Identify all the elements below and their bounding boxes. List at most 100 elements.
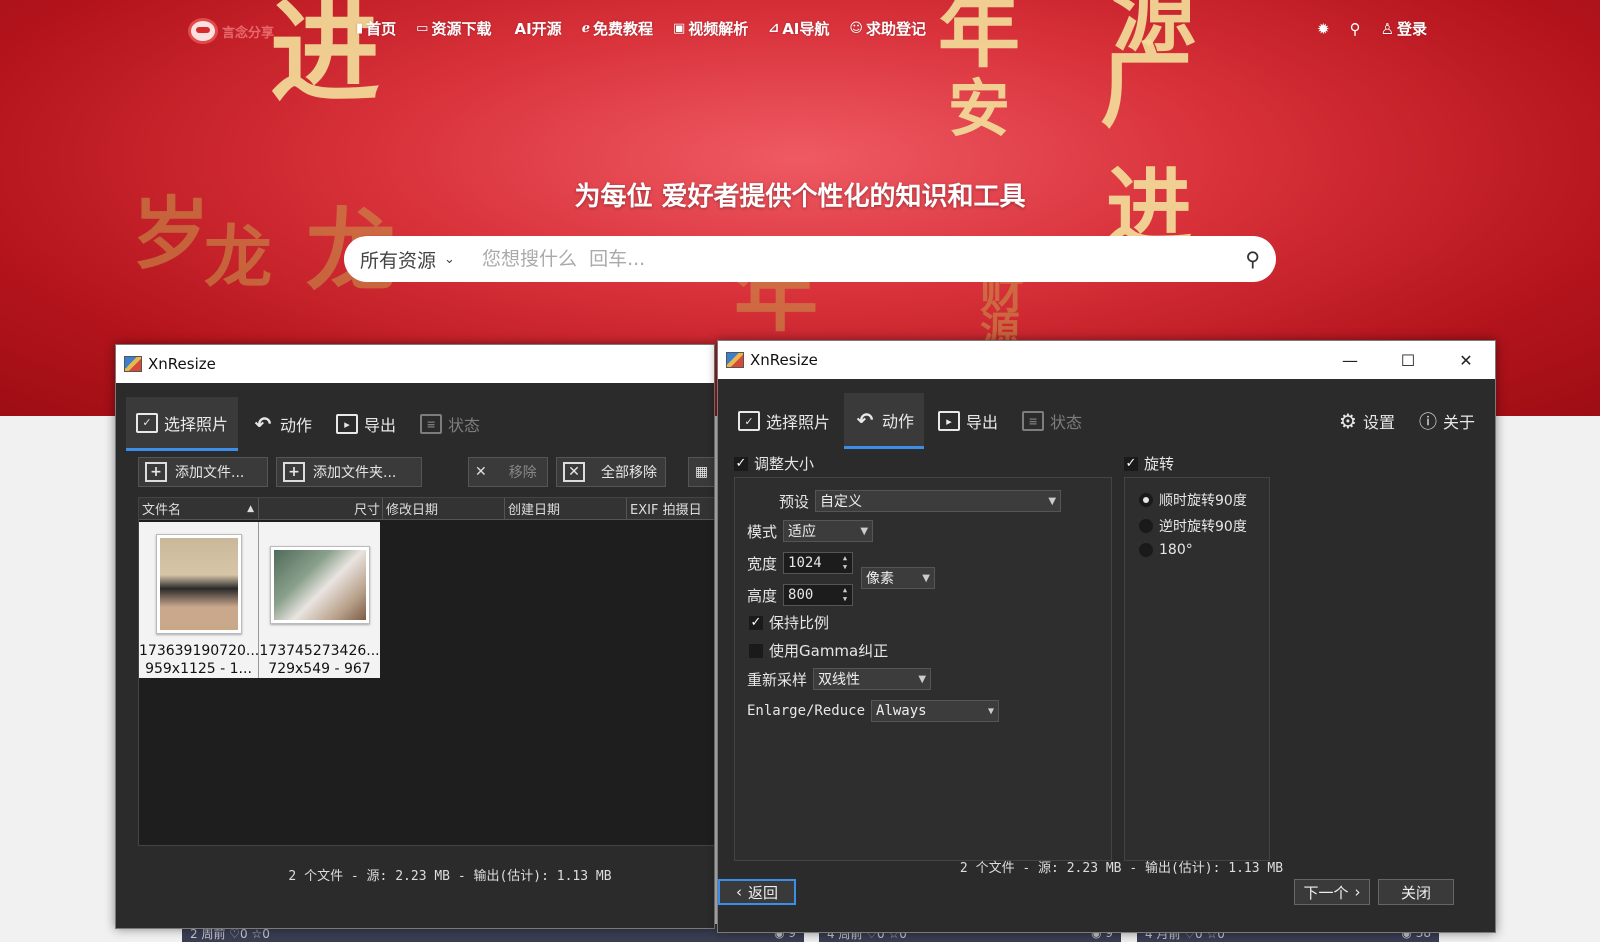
nav-item-video[interactable]: ▣ 视频解析 <box>673 18 748 39</box>
sort-asc-icon: ▲ <box>247 503 254 514</box>
rotate-toggle[interactable]: ✓ 旋转 <box>1124 453 1174 474</box>
tab-label: 导出 <box>966 413 999 432</box>
settings-button[interactable]: ⚙ 设置 <box>1329 393 1405 449</box>
unit-select[interactable]: 像素 ▼ <box>861 567 935 589</box>
nav-item-ai-nav[interactable]: ⊿ AI导航 <box>768 18 829 39</box>
file-thumbnail[interactable]: 173745273426... 729x549 - 967 <box>259 522 380 678</box>
window-title: XnResize <box>148 355 216 373</box>
tab-select-photos[interactable]: ✓ 选择照片 <box>728 393 840 449</box>
thumbnail-caption: 173639190720... 959x1125 - 1... <box>139 643 258 677</box>
search-input[interactable] <box>482 248 1202 270</box>
mode-row: 模式 适应 ▼ <box>747 520 874 542</box>
column-size[interactable]: 尺寸 <box>259 498 383 519</box>
login-link[interactable]: ♙ 登录 <box>1381 18 1427 39</box>
search-submit-icon[interactable]: ⚲ <box>1245 247 1260 271</box>
add-files-button[interactable]: + 添加文件... <box>138 457 268 487</box>
xnresize-app-icon <box>726 352 744 368</box>
radio-icon <box>1139 543 1153 557</box>
main-tabs: ✓ 选择照片 ↶ 动作 ▸ 导出 ≡ 状态 ⚙ 设置 ⓘ 关于 <box>718 393 1495 449</box>
nav-menu: ▮ 首页 ▭ 资源下载 AI开源 ℯ 免费教程 ▣ 视频解析 ⊿ AI导航 ☺ 求助登记 <box>356 18 926 39</box>
xnresize-window-front: XnResize — ☐ ✕ ✓ 选择照片 ↶ 动作 ▸ 导出 ≡ 状态 ⚙ 设置 ⓘ 关于… <box>717 340 1496 933</box>
close-icon[interactable]: ✕ <box>1437 341 1495 379</box>
file-list[interactable]: 文件名 ▲ 尺寸 修改日期 创建日期 EXIF 拍摄日 173639190720.… <box>138 497 714 846</box>
window-title: XnResize <box>750 351 818 369</box>
smile-icon: ☺ <box>849 21 863 36</box>
window-titlebar[interactable]: XnResize — ☐ ✕ <box>718 341 1495 379</box>
thumbnail-caption: 173745273426... 729x549 - 967 <box>259 643 380 677</box>
search-icon[interactable]: ⚲ <box>1350 20 1361 38</box>
nav-item-downloads[interactable]: ▭ 资源下载 <box>416 18 491 39</box>
radio-icon <box>1139 519 1153 533</box>
nav-icon: ⊿ <box>768 21 780 36</box>
next-button[interactable]: 下一个 › <box>1294 879 1370 905</box>
tab-export[interactable]: ▸ 导出 <box>326 397 406 451</box>
column-filename[interactable]: 文件名 ▲ <box>139 498 259 519</box>
checkbox-checked-icon: ✓ <box>749 615 763 630</box>
height-spinbox[interactable]: 800 ▲ ▼ <box>783 584 854 606</box>
combo-value: 自定义 <box>820 494 863 510</box>
close-button[interactable]: 关闭 <box>1378 879 1454 905</box>
maximize-icon[interactable]: ☐ <box>1379 341 1437 379</box>
back-button[interactable]: ‹ 返回 <box>718 879 796 905</box>
tab-label: 选择照片 <box>164 414 229 434</box>
more-tools-button[interactable]: ▦ <box>688 457 714 487</box>
nav-item-ai-open[interactable]: AI开源 <box>511 18 561 39</box>
remove-all-button[interactable]: ✕ 全部移除 <box>556 457 666 487</box>
remove-button[interactable]: ✕ 移除 <box>468 457 548 487</box>
theme-toggle-icon[interactable]: ✹ <box>1317 20 1330 38</box>
combo-value: 适应 <box>788 524 817 540</box>
height-label: 高度 <box>747 586 778 605</box>
tab-actions[interactable]: ↶ 动作 <box>242 397 322 451</box>
decoration-char: 龙 <box>204 218 273 298</box>
nav-item-help[interactable]: ☺ 求助登记 <box>849 18 926 39</box>
tab-label: 动作 <box>882 411 915 431</box>
rotate-option[interactable]: 顺时旋转90度 <box>1139 490 1247 510</box>
combo-value: Always <box>876 703 927 719</box>
width-spinbox[interactable]: 1024 ▲ ▼ <box>783 552 854 574</box>
rotate-option[interactable]: 180° <box>1139 542 1193 558</box>
search-scope-label: 所有资源 <box>360 249 437 272</box>
combo-value: 像素 <box>866 571 894 587</box>
status-summary: 2 个文件 - 源: 2.23 MB - 输出(估计): 1.13 MB <box>959 861 1284 876</box>
rotate-option[interactable]: 逆时旋转90度 <box>1139 516 1247 536</box>
tab-select-photos[interactable]: ✓ 选择照片 <box>126 397 239 451</box>
tab-status[interactable]: ≡ 状态 <box>410 397 490 451</box>
chevron-down-icon: ⌄ <box>444 251 455 267</box>
keep-ratio-checkbox[interactable]: ✓ 保持比例 <box>749 612 829 633</box>
decoration-char: 安 <box>948 72 1011 145</box>
window-titlebar[interactable]: XnResize <box>116 345 714 383</box>
gamma-checkbox[interactable]: 使用Gamma纠正 <box>749 640 888 661</box>
minimize-icon[interactable]: — <box>1321 341 1379 379</box>
tab-status[interactable]: ≡ 状态 <box>1012 393 1092 449</box>
search-scope-select[interactable]: 所有资源 ⌄ <box>344 246 482 273</box>
about-button[interactable]: ⓘ 关于 <box>1409 393 1485 449</box>
enlarge-select[interactable]: Always ▼ <box>871 700 1000 722</box>
dropdown-arrow-icon: ▼ <box>1048 495 1057 507</box>
button-label: 添加文件夹... <box>313 465 397 481</box>
spin-arrows-icon[interactable]: ▲ ▼ <box>838 554 852 572</box>
column-exif[interactable]: EXIF 拍摄日 <box>627 498 714 519</box>
home-icon: ▮ <box>356 21 364 36</box>
main-tabs: ✓ 选择照片 ↶ 动作 ▸ 导出 ≡ 状态 <box>116 397 714 451</box>
grid-icon: ▦ <box>695 464 709 480</box>
preset-select[interactable]: 自定义 ▼ <box>815 490 1062 512</box>
spin-arrows-icon[interactable]: ▲ ▼ <box>838 586 852 604</box>
nav-label: 免费教程 <box>592 20 653 38</box>
resize-toggle[interactable]: ✓ 调整大小 <box>734 453 814 474</box>
plus-icon: + <box>283 462 305 482</box>
column-modified[interactable]: 修改日期 <box>383 498 505 519</box>
rotate-icon: ↶ <box>856 407 874 432</box>
tab-actions[interactable]: ↶ 动作 <box>844 393 925 449</box>
keep-ratio-label: 保持比例 <box>769 614 830 632</box>
file-thumbnail[interactable]: 173639190720... 959x1125 - 1... <box>139 522 259 678</box>
nav-item-tutorials[interactable]: ℯ 免费教程 <box>582 18 653 39</box>
column-created[interactable]: 创建日期 <box>505 498 627 519</box>
add-folder-button[interactable]: + 添加文件夹... <box>276 457 422 487</box>
nav-item-home[interactable]: ▮ 首页 <box>356 18 396 39</box>
mode-select[interactable]: 适应 ▼ <box>783 520 874 542</box>
tab-export[interactable]: ▸ 导出 <box>928 393 1008 449</box>
button-label: 关闭 <box>1400 883 1431 902</box>
enlarge-label: Enlarge/Reduce <box>747 703 866 719</box>
resample-select[interactable]: 双线性 ▼ <box>813 668 932 690</box>
site-logo[interactable]: 言念分享 <box>188 18 274 44</box>
